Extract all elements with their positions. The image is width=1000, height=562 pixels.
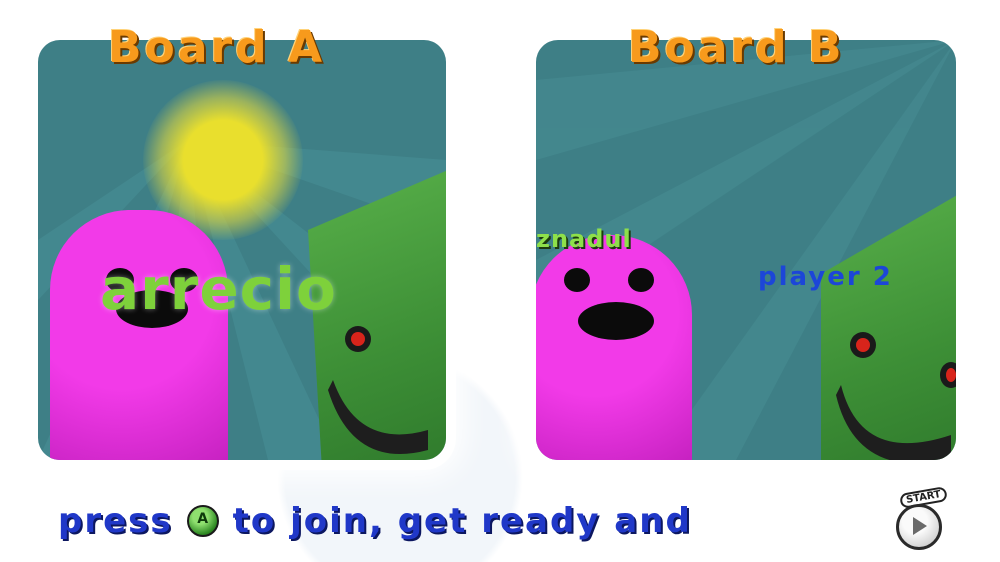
a-button-icon	[186, 505, 219, 537]
start-button-icon: START	[890, 486, 949, 550]
blob-eye-left	[564, 268, 590, 292]
blob-eye-right	[628, 268, 654, 292]
board-a-panel: arrecio	[38, 40, 446, 460]
player-2-slot-label: player 2	[758, 262, 893, 292]
board-b-panel: znadul player 2	[536, 40, 956, 460]
prompt-text-before: press	[58, 501, 173, 541]
player-name-b: znadul	[536, 225, 632, 253]
monster-eye-icon	[351, 332, 365, 346]
blob-mouth	[578, 302, 654, 340]
board-a-title: Board A	[108, 22, 326, 73]
monster-eye-icon	[856, 338, 870, 352]
monster-mouth	[836, 385, 951, 460]
monster-mouth	[328, 380, 428, 454]
player-blob	[536, 235, 692, 460]
play-icon	[896, 504, 942, 550]
board-b-title: Board B	[628, 22, 845, 73]
player-blob	[50, 210, 228, 460]
player-name-a: arrecio	[100, 255, 337, 323]
join-prompt: press to join, get ready and	[58, 496, 692, 546]
prompt-text-after: to join, get ready and	[232, 501, 692, 541]
